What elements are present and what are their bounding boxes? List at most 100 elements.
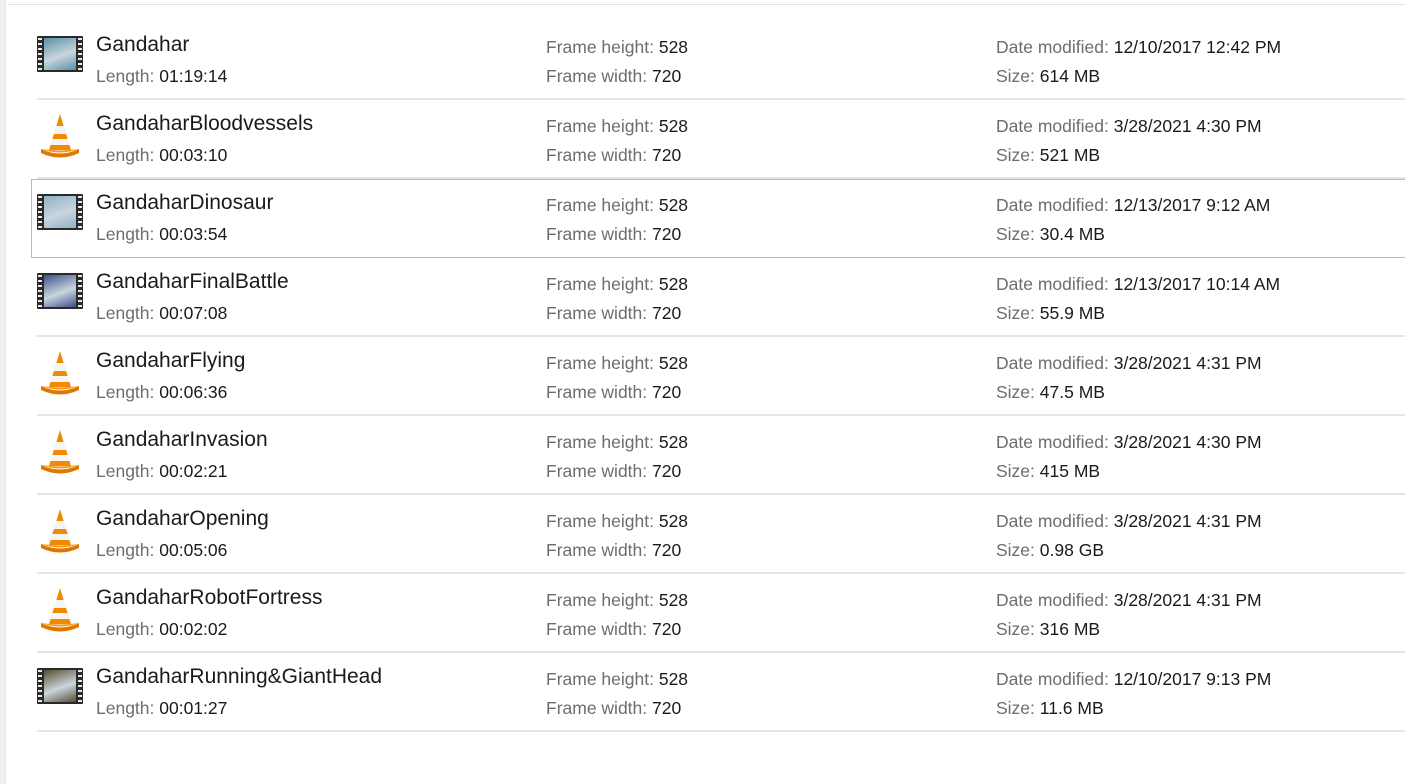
length-value: 00:03:54 [159, 224, 228, 244]
frame-width-label: Frame width: [546, 540, 648, 560]
frame-height-value: 528 [658, 116, 689, 136]
frame-height-label: Frame height: [546, 669, 654, 689]
file-name[interactable]: GandaharFlying [96, 349, 245, 373]
size-field: Size: 55.9 MB [996, 303, 1105, 324]
size-label: Size: [996, 698, 1035, 718]
size-label: Size: [996, 303, 1035, 323]
file-row[interactable]: GandaharFlying Length: 00:06:36 Frame he… [0, 337, 1405, 416]
date-modified-label: Date modified: [996, 432, 1109, 452]
length-value: 00:05:06 [159, 540, 228, 560]
frame-width-field: Frame width: 720 [546, 540, 681, 561]
file-name[interactable]: GandaharFinalBattle [96, 270, 289, 294]
file-row[interactable]: GandaharOpening Length: 00:05:06 Frame h… [0, 495, 1405, 574]
frame-height-field: Frame height: 528 [546, 274, 688, 295]
frame-width-field: Frame width: 720 [546, 145, 681, 166]
length-label: Length: [96, 619, 155, 639]
file-row[interactable]: GandaharBloodvessels Length: 00:03:10 Fr… [0, 100, 1405, 179]
frame-width-value: 720 [652, 224, 682, 244]
video-thumbnail-icon [37, 666, 83, 706]
length-label: Length: [96, 540, 155, 560]
size-value: 47.5 MB [1039, 382, 1105, 402]
frame-height-value: 528 [658, 590, 689, 610]
file-name[interactable]: GandaharInvasion [96, 428, 268, 452]
size-field: Size: 47.5 MB [996, 382, 1105, 403]
date-modified-value: 3/28/2021 4:31 PM [1113, 353, 1262, 373]
date-modified-field: Date modified: 12/10/2017 12:42 PM [996, 37, 1281, 58]
size-label: Size: [996, 66, 1035, 86]
length-field: Length: 01:19:14 [96, 66, 227, 87]
vlc-cone-icon [37, 586, 83, 632]
frame-width-field: Frame width: 720 [546, 66, 681, 87]
size-value: 55.9 MB [1039, 303, 1105, 323]
file-row[interactable]: GandaharInvasion Length: 00:02:21 Frame … [0, 416, 1405, 495]
length-field: Length: 00:01:27 [96, 698, 227, 719]
file-name[interactable]: GandaharRobotFortress [96, 586, 322, 610]
size-value: 0.98 GB [1039, 540, 1104, 560]
length-label: Length: [96, 698, 155, 718]
size-field: Size: 614 MB [996, 66, 1100, 87]
frame-width-field: Frame width: 720 [546, 698, 681, 719]
file-row[interactable]: GandaharRunning&GiantHead Length: 00:01:… [0, 653, 1405, 732]
date-modified-value: 12/13/2017 10:14 AM [1113, 274, 1281, 294]
frame-width-value: 720 [652, 461, 682, 481]
frame-height-label: Frame height: [546, 195, 654, 215]
video-thumbnail-icon [37, 271, 83, 311]
frame-width-field: Frame width: 720 [546, 619, 681, 640]
frame-width-label: Frame width: [546, 698, 648, 718]
vlc-cone-icon [37, 349, 83, 395]
date-modified-value: 3/28/2021 4:30 PM [1113, 432, 1262, 452]
frame-width-label: Frame width: [546, 303, 648, 323]
size-value: 614 MB [1039, 66, 1101, 86]
date-modified-field: Date modified: 3/28/2021 4:30 PM [996, 432, 1262, 453]
date-modified-value: 12/10/2017 12:42 PM [1113, 37, 1282, 57]
file-row[interactable]: Gandahar Length: 01:19:14 Frame height: … [0, 21, 1405, 100]
length-value: 00:06:36 [159, 382, 228, 402]
frame-width-label: Frame width: [546, 619, 648, 639]
date-modified-value: 3/28/2021 4:31 PM [1113, 511, 1262, 531]
size-field: Size: 415 MB [996, 461, 1100, 482]
date-modified-label: Date modified: [996, 669, 1109, 689]
length-label: Length: [96, 224, 155, 244]
frame-width-value: 720 [652, 540, 682, 560]
length-field: Length: 00:03:54 [96, 224, 227, 245]
length-value: 00:02:21 [159, 461, 228, 481]
frame-height-value: 528 [658, 432, 689, 452]
file-row[interactable]: GandaharFinalBattle Length: 00:07:08 Fra… [0, 258, 1405, 337]
date-modified-field: Date modified: 3/28/2021 4:30 PM [996, 116, 1262, 137]
file-name[interactable]: Gandahar [96, 33, 189, 57]
length-label: Length: [96, 382, 155, 402]
length-field: Length: 00:07:08 [96, 303, 227, 324]
length-label: Length: [96, 461, 155, 481]
length-field: Length: 00:02:21 [96, 461, 227, 482]
frame-height-value: 528 [658, 37, 689, 57]
frame-width-value: 720 [652, 619, 682, 639]
frame-height-field: Frame height: 528 [546, 353, 688, 374]
frame-width-field: Frame width: 720 [546, 303, 681, 324]
size-field: Size: 0.98 GB [996, 540, 1104, 561]
length-value: 00:03:10 [159, 145, 228, 165]
file-row[interactable]: GandaharRobotFortress Length: 00:02:02 F… [0, 574, 1405, 653]
length-label: Length: [96, 145, 155, 165]
date-modified-value: 3/28/2021 4:30 PM [1113, 116, 1262, 136]
file-name[interactable]: GandaharDinosaur [96, 191, 273, 215]
file-name[interactable]: GandaharRunning&GiantHead [96, 665, 382, 689]
size-label: Size: [996, 224, 1035, 244]
frame-height-label: Frame height: [546, 353, 654, 373]
size-field: Size: 521 MB [996, 145, 1100, 166]
file-name[interactable]: GandaharBloodvessels [96, 112, 313, 136]
frame-height-field: Frame height: 528 [546, 511, 688, 532]
file-name[interactable]: GandaharOpening [96, 507, 269, 531]
date-modified-label: Date modified: [996, 274, 1109, 294]
frame-height-value: 528 [658, 353, 689, 373]
size-label: Size: [996, 619, 1035, 639]
length-value: 00:02:02 [159, 619, 228, 639]
frame-height-field: Frame height: 528 [546, 195, 688, 216]
file-row[interactable]: GandaharDinosaur Length: 00:03:54 Frame … [0, 179, 1405, 258]
date-modified-value: 12/13/2017 9:12 AM [1113, 195, 1271, 215]
size-field: Size: 11.6 MB [996, 698, 1104, 719]
vlc-cone-icon [37, 428, 83, 474]
date-modified-label: Date modified: [996, 116, 1109, 136]
date-modified-field: Date modified: 3/28/2021 4:31 PM [996, 590, 1262, 611]
size-label: Size: [996, 461, 1035, 481]
size-value: 521 MB [1039, 145, 1101, 165]
